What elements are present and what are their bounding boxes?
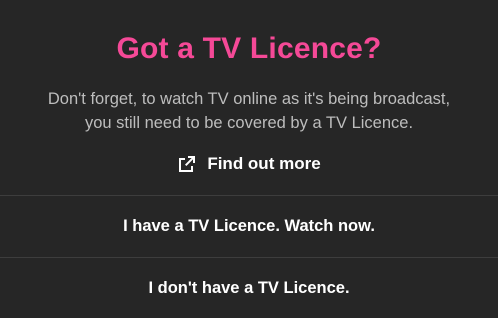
no-licence-button[interactable]: I don't have a TV Licence. [0,258,498,318]
have-licence-button[interactable]: I have a TV Licence. Watch now. [0,196,498,256]
find-out-more-label: Find out more [207,154,321,173]
find-out-more-link[interactable]: Find out more [0,151,498,177]
message-line-2: you still need to be covered by a TV Lic… [84,114,414,132]
message-line-1: Don't forget, to watch TV online as it's… [47,90,451,108]
external-link-icon [177,154,197,174]
dialog-title: Got a TV Licence? [116,32,382,65]
tv-licence-dialog: Got a TV Licence? Don't forget, to watch… [0,0,498,318]
dialog-message: Don't forget, to watch TV online as it's… [20,87,478,135]
